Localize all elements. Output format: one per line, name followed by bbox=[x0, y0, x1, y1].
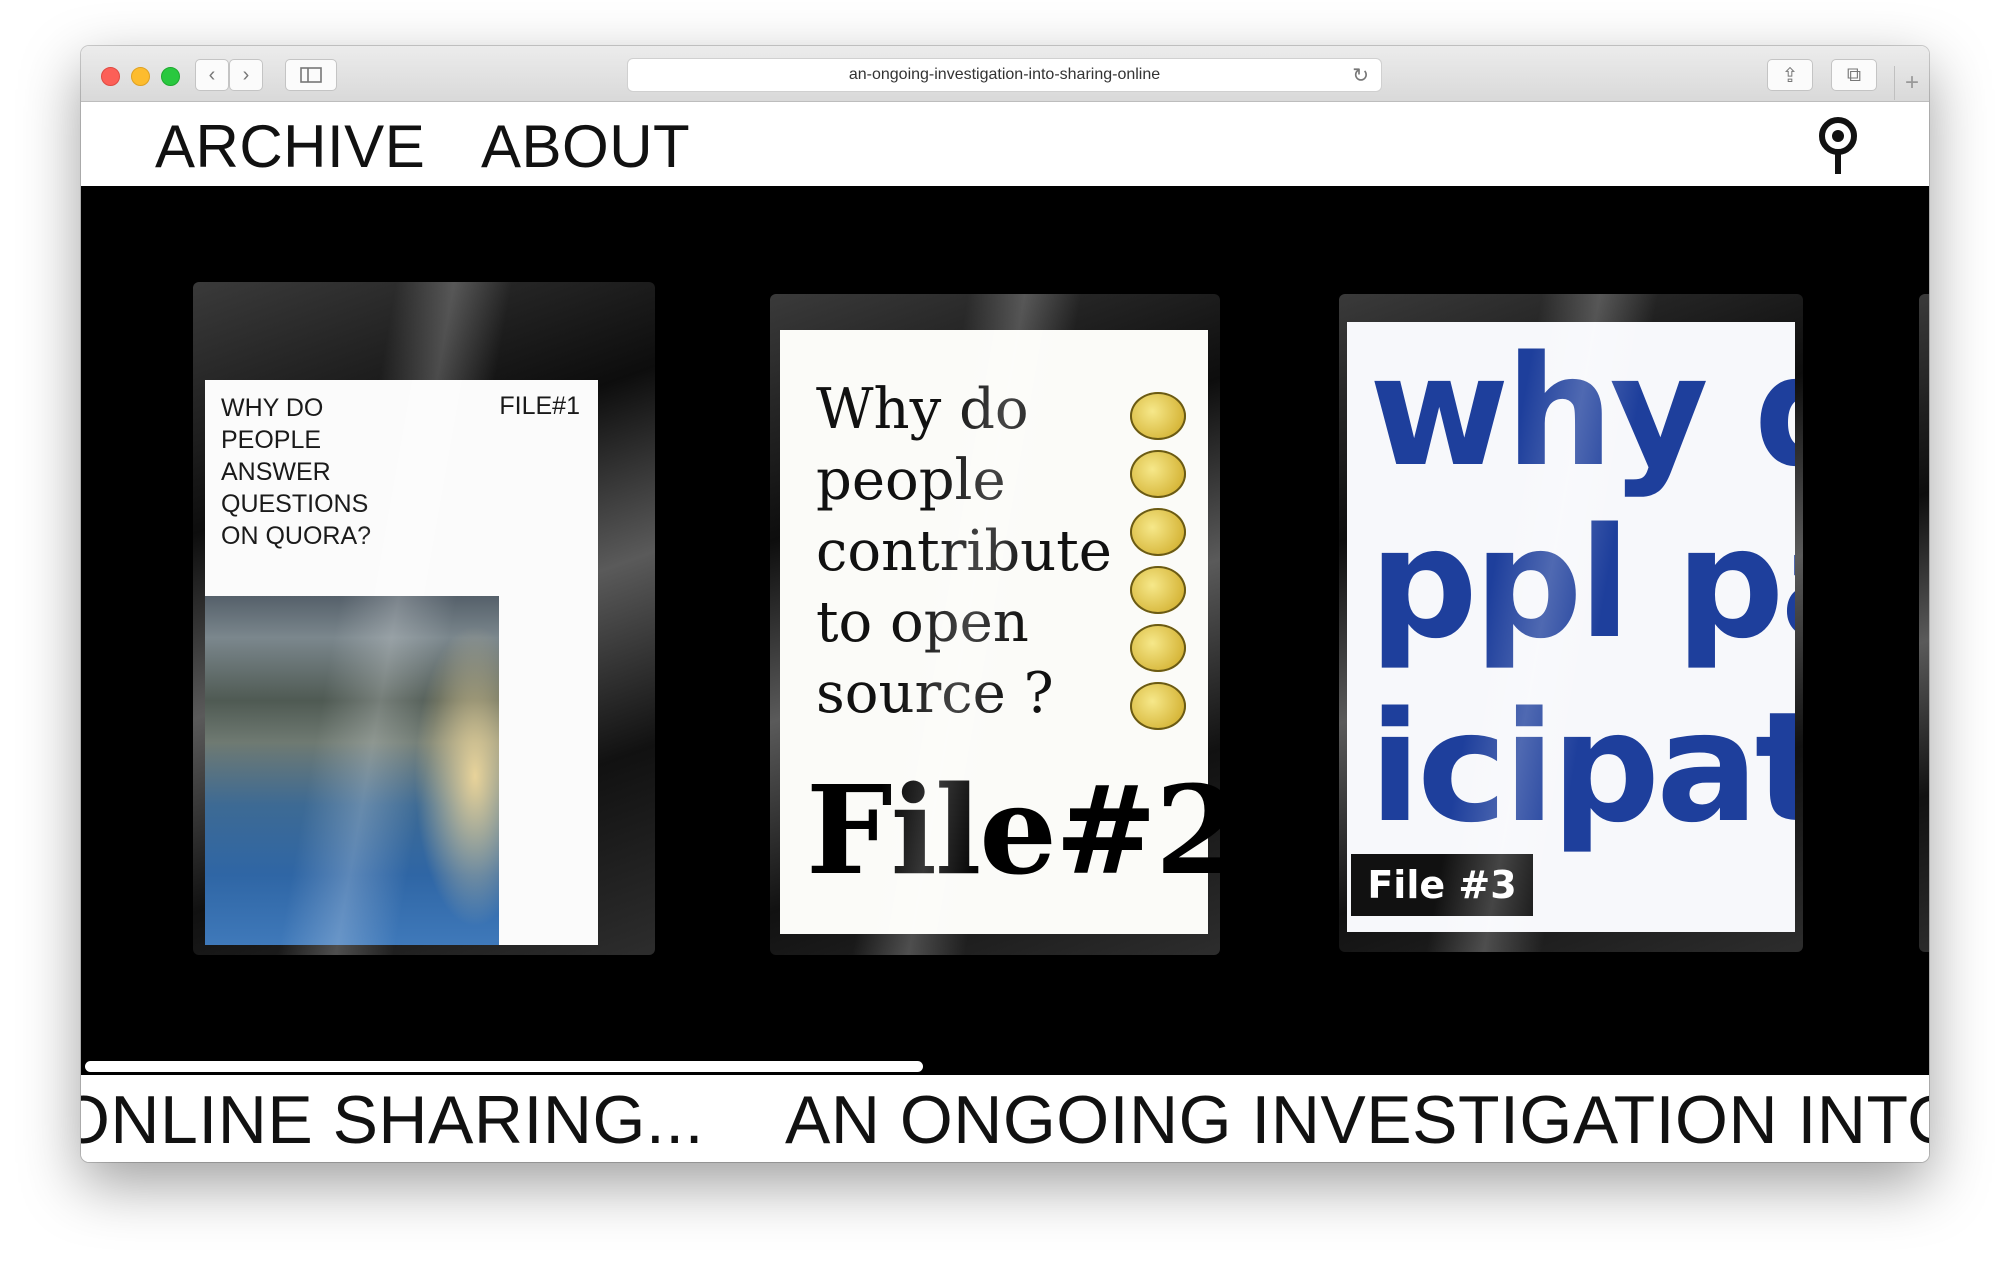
file-card-1[interactable]: WHY DO PEOPLE ANSWER QUESTIONS ON QUORA?… bbox=[193, 282, 655, 955]
close-window-button[interactable] bbox=[101, 67, 120, 86]
pufferfish-icon bbox=[1130, 682, 1186, 730]
marquee-text-right: AN ONGOING INVESTIGATION INTO bbox=[785, 1082, 1929, 1158]
back-button[interactable]: ‹ bbox=[195, 59, 229, 91]
plastic-sleeve bbox=[1919, 294, 1929, 952]
card-1-question: WHY DO PEOPLE ANSWER QUESTIONS ON QUORA? bbox=[221, 394, 372, 550]
minimize-window-button[interactable] bbox=[131, 67, 150, 86]
file-gallery[interactable]: WHY DO PEOPLE ANSWER QUESTIONS ON QUORA?… bbox=[81, 186, 1929, 1075]
sidebar-icon bbox=[300, 67, 322, 83]
address-bar[interactable]: an-ongoing-investigation-into-sharing-on… bbox=[627, 58, 1382, 92]
card-3-file-label: File #3 bbox=[1351, 854, 1533, 916]
zoom-window-button[interactable] bbox=[161, 67, 180, 86]
file-card-4-partial[interactable] bbox=[1919, 294, 1929, 952]
pufferfish-icon bbox=[1130, 624, 1186, 672]
horizontal-scrollbar[interactable] bbox=[85, 1061, 923, 1072]
card-3-cover: why d ppl pa icipat bbox=[1347, 322, 1795, 932]
nav-archive-link[interactable]: ARCHIVE bbox=[155, 116, 425, 178]
tabs-icon: ⧉ bbox=[1846, 63, 1862, 86]
site-header: ARCHIVE ABOUT bbox=[81, 102, 1929, 186]
card-2-cover: Why do people contribute to open source … bbox=[780, 330, 1220, 934]
url-text: an-ongoing-investigation-into-sharing-on… bbox=[848, 66, 1161, 83]
nav-about-link[interactable]: ABOUT bbox=[481, 116, 690, 178]
card-2-file-label: File#2 bbox=[806, 758, 1220, 902]
title-marquee: ONLINE SHARING... AN ONGOING INVESTIGATI… bbox=[81, 1075, 1929, 1162]
marquee-text-left: ONLINE SHARING... bbox=[81, 1082, 705, 1158]
location-pin-icon[interactable] bbox=[1813, 116, 1863, 176]
browser-window: ‹ › an-ongoing-investigation-into-sharin… bbox=[81, 46, 1929, 1162]
card-1-file-label: FILE#1 bbox=[499, 392, 580, 420]
forward-button[interactable]: › bbox=[229, 59, 263, 91]
show-tabs-button[interactable]: ⧉ bbox=[1831, 59, 1877, 91]
browser-toolbar: ‹ › an-ongoing-investigation-into-sharin… bbox=[81, 46, 1929, 102]
share-icon: ⇪ bbox=[1781, 64, 1799, 87]
share-button[interactable]: ⇪ bbox=[1767, 59, 1813, 91]
chevron-left-icon: ‹ bbox=[208, 63, 216, 86]
card-3-text-line: icipat bbox=[1369, 679, 1795, 856]
plus-icon: + bbox=[1904, 69, 1919, 96]
file-card-3[interactable]: why d ppl pa icipat File #3 bbox=[1339, 294, 1803, 952]
card-2-question: Why do people contribute to open source … bbox=[816, 377, 1112, 726]
reload-icon[interactable]: ↻ bbox=[1352, 63, 1369, 88]
sidebar-toggle-button[interactable] bbox=[285, 59, 337, 91]
pufferfish-icon bbox=[1130, 508, 1186, 556]
pufferfish-icon bbox=[1130, 392, 1186, 440]
card-1-cover: WHY DO PEOPLE ANSWER QUESTIONS ON QUORA?… bbox=[205, 380, 598, 945]
card-3-text-line: why d bbox=[1369, 323, 1795, 500]
chevron-right-icon: › bbox=[242, 63, 250, 86]
pufferfish-icon bbox=[1130, 450, 1186, 498]
card-3-text-line: ppl pa bbox=[1369, 495, 1795, 672]
pufferfish-icon bbox=[1130, 566, 1186, 614]
new-tab-button[interactable]: + bbox=[1894, 66, 1929, 100]
card-1-photo bbox=[205, 596, 499, 945]
file-card-2[interactable]: Why do people contribute to open source … bbox=[770, 294, 1220, 955]
